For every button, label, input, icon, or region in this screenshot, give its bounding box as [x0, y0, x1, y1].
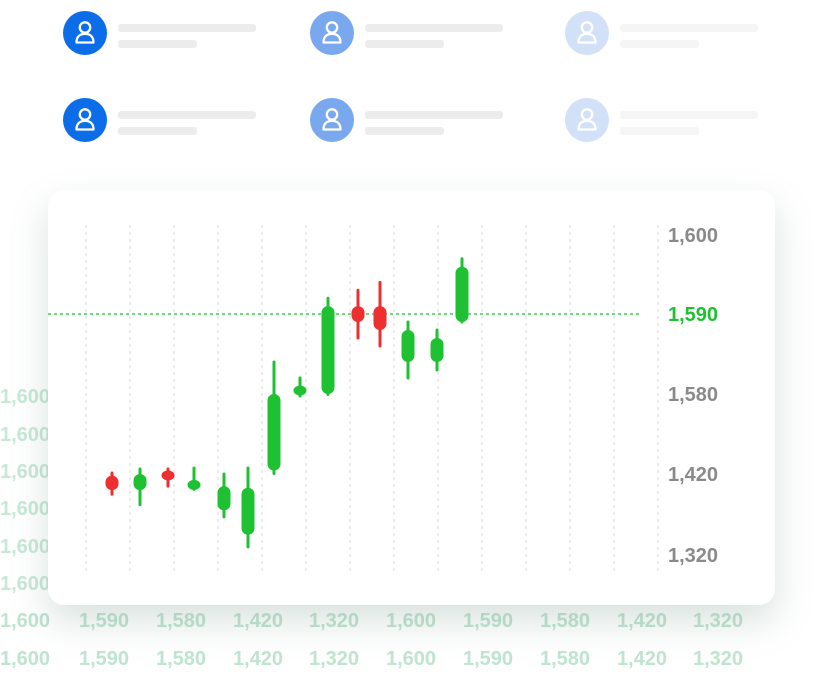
skeleton-line — [118, 24, 256, 32]
background-tick-label: 1,420 — [233, 610, 284, 632]
background-tick-label: 1,580 — [156, 648, 207, 670]
background-tick-label: 1,590 — [79, 610, 130, 632]
skeleton-line — [620, 40, 699, 48]
background-tick-label: 1,600 — [0, 574, 50, 594]
background-tick-label: 1,600 — [386, 648, 437, 670]
avatar — [63, 11, 107, 55]
background-tick-label: 1,600 — [0, 387, 50, 407]
user-skeleton-item — [310, 11, 510, 55]
background-tick-row: 1,600 1,590 1,580 1,420 1,320 1,600 1,590 1,580… — [0, 611, 840, 635]
skeleton-line — [620, 127, 699, 135]
avatar — [310, 11, 354, 55]
background-tick-label: 1,580 — [540, 610, 591, 632]
candlestick-chart: 1,600 1,590 1,580 1,420 1,320 — [48, 225, 718, 575]
y-tick-label: 1,580 — [668, 384, 718, 406]
skeleton-line — [118, 111, 256, 119]
background-tick-label: 1,320 — [693, 610, 744, 632]
avatar — [565, 11, 609, 55]
candle-body — [217, 486, 231, 511]
skeleton-line — [620, 24, 758, 32]
user-skeleton-item — [565, 11, 765, 55]
background-tick-label: 1,600 — [0, 499, 50, 519]
background-tick-label: 1,590 — [79, 648, 130, 670]
skeleton-line — [365, 127, 444, 135]
y-tick-label: 1,600 — [668, 225, 718, 247]
skeleton-line — [365, 24, 503, 32]
candle-body — [187, 479, 201, 490]
background-tick-label: 1,580 — [540, 648, 591, 670]
y-tick-label: 1,590 — [668, 304, 718, 326]
user-icon — [75, 108, 95, 131]
background-tick-label: 1,590 — [463, 610, 514, 632]
skeleton-line — [365, 40, 444, 48]
background-tick-label: 1,600 — [0, 610, 51, 632]
user-icon — [322, 21, 342, 44]
y-tick-label: 1,420 — [668, 464, 718, 486]
candle-body — [401, 330, 415, 362]
chart-card: 1,600 1,590 1,580 1,420 1,320 — [48, 190, 775, 605]
background-tick-label: 1,600 — [386, 610, 437, 632]
avatar — [310, 98, 354, 142]
candle-body — [351, 306, 365, 322]
y-tick-label: 1,320 — [668, 545, 718, 567]
background-tick-label: 1,320 — [309, 610, 360, 632]
avatar — [565, 98, 609, 142]
candle-body — [293, 385, 307, 396]
background-tick-label: 1,320 — [693, 648, 744, 670]
skeleton-line — [365, 111, 503, 119]
user-icon — [75, 21, 95, 44]
background-tick-label: 1,600 — [0, 425, 50, 445]
background-tick-label: 1,590 — [463, 648, 514, 670]
user-skeleton-item — [565, 98, 765, 142]
background-tick-label: 1,580 — [156, 610, 207, 632]
skeleton-line — [118, 40, 197, 48]
user-skeleton-item — [63, 11, 263, 55]
background-tick-label: 1,420 — [233, 648, 284, 670]
background-tick-label: 1,420 — [617, 648, 668, 670]
candle-body — [321, 306, 335, 394]
user-icon — [322, 108, 342, 131]
user-icon — [577, 21, 597, 44]
skeleton-line — [118, 127, 197, 135]
candle-body — [161, 470, 175, 481]
canvas: 1,600 1,600 1,600 1,600 1,600 1,600 1,600 1,59… — [0, 0, 840, 675]
background-tick-label: 1,600 — [0, 537, 50, 557]
background-tick-label: 1,420 — [617, 610, 668, 632]
candle-body — [455, 266, 469, 322]
skeleton-line — [620, 111, 758, 119]
background-tick-label: 1,600 — [0, 462, 50, 482]
candle-body — [133, 474, 147, 491]
avatar — [63, 98, 107, 142]
background-tick-label: 1,320 — [309, 648, 360, 670]
candle-body — [241, 487, 255, 535]
user-skeleton-item — [63, 98, 263, 142]
candle-body — [430, 338, 444, 362]
candle-body — [267, 394, 281, 471]
background-tick-row: 1,600 1,590 1,580 1,420 1,320 1,600 1,590 1,580… — [0, 649, 840, 673]
user-skeleton-item — [310, 98, 510, 142]
candle-body — [373, 306, 387, 330]
user-icon — [577, 108, 597, 131]
candle-body — [105, 475, 119, 491]
background-tick-label: 1,600 — [0, 648, 51, 670]
